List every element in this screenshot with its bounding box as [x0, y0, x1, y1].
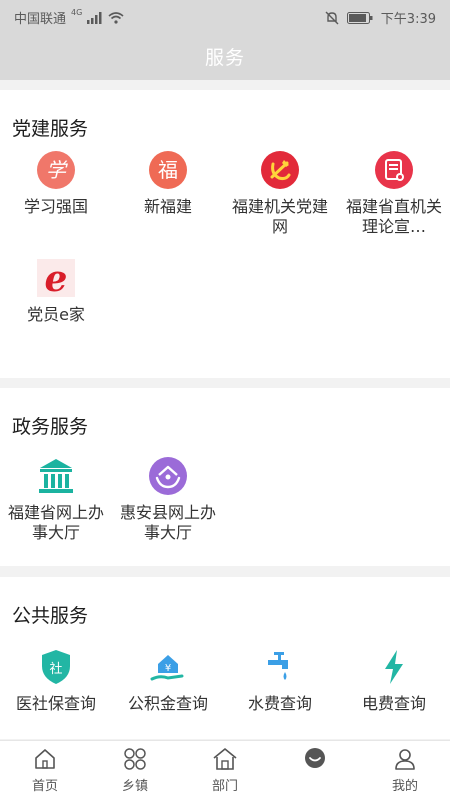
service-item-fujian-banshi[interactable]: 福建省网上办事大厅	[0, 456, 112, 543]
service-item-label: 学习强国	[23, 197, 88, 216]
svg-text:福: 福	[158, 158, 178, 182]
service-item-zhiji-lilun[interactable]: 福建省直机关理论宣…	[338, 150, 450, 237]
carrier-label: 中国联通	[14, 12, 67, 27]
status-bar: 中国联通 4G 下午3:39	[0, 0, 450, 32]
service-item-shuifei[interactable]: 水费查询	[224, 647, 336, 714]
xuexi-logo-icon: 学	[37, 151, 75, 189]
page-title: 服务	[204, 46, 245, 69]
faucet-icon	[268, 652, 288, 680]
tab-label: 乡镇	[121, 779, 148, 794]
tab-label: 首页	[31, 779, 58, 794]
section-title: 政务服务	[12, 416, 89, 438]
house-outline-icon	[213, 748, 237, 770]
party-emblem-icon	[261, 151, 299, 189]
svg-text:¥: ¥	[165, 663, 171, 674]
service-item-label: 公积金查询	[127, 694, 208, 713]
network-label: 4G	[71, 8, 83, 17]
government-services-section: 政务服务 福建省网上办事大厅 惠安县网上办事大厅	[0, 388, 450, 566]
bottom-tab-bar: 首页 乡镇 部门 我的	[0, 740, 450, 801]
service-item-gongjijin[interactable]: ¥ 公积金查询	[112, 647, 224, 714]
lightning-icon	[385, 650, 403, 684]
service-item-label: 新福建	[143, 197, 192, 216]
tab-departments[interactable]: 部门	[180, 741, 270, 801]
battery-icon	[346, 11, 373, 24]
service-item-dangyuan-ejia[interactable]: e 党员e家	[0, 258, 112, 325]
fu-character-icon: 福	[149, 151, 187, 189]
chat-bubble-icon	[305, 748, 325, 768]
service-item-dianfei[interactable]: 电费查询	[338, 647, 450, 714]
tab-label: 我的	[391, 779, 418, 794]
home-icon	[35, 749, 55, 769]
svg-text:e: e	[45, 258, 68, 298]
service-item-yishebao[interactable]: 社 医社保查询	[0, 647, 112, 714]
tab-mine[interactable]: 我的	[360, 741, 450, 801]
tab-home[interactable]: 首页	[0, 741, 90, 801]
svg-text:社: 社	[49, 661, 62, 677]
section-title: 党建服务	[12, 118, 89, 140]
service-item-label: 惠安县网上办事大厅	[120, 503, 217, 542]
svg-text:学: 学	[46, 158, 68, 182]
house-hand-yuan-icon: ¥	[150, 655, 184, 681]
document-icon	[375, 151, 413, 189]
house-hands-icon	[149, 457, 187, 495]
party-services-section: 党建服务 学 学习强国 福 新福建 福建机关党建网 福建省直机关理论宣… e 党…	[0, 90, 450, 378]
service-item-xinfujian[interactable]: 福 新福建	[112, 150, 224, 217]
public-services-section: 公共服务 社 医社保查询 ¥ 公积金查询 水费查询 电费查询	[0, 577, 450, 739]
grid-circles-icon	[124, 748, 146, 770]
service-item-label: 医社保查询	[15, 694, 96, 713]
wifi-icon	[108, 11, 124, 24]
shield-she-icon: 社	[42, 650, 70, 684]
service-item-jiguan-dangjian[interactable]: 福建机关党建网	[224, 150, 336, 237]
section-title: 公共服务	[12, 605, 89, 627]
service-item-label: 水费查询	[247, 694, 312, 713]
user-icon	[395, 749, 415, 770]
page-header: 服务	[0, 32, 450, 80]
e-logo-icon: e	[37, 258, 75, 298]
service-item-huian-banshi[interactable]: 惠安县网上办事大厅	[112, 456, 224, 543]
service-item-label: 福建省直机关理论宣…	[346, 197, 443, 236]
tab-label: 部门	[211, 779, 238, 794]
mute-icon	[325, 11, 339, 24]
service-item-label: 福建机关党建网	[232, 197, 329, 236]
government-building-icon	[39, 459, 73, 493]
service-item-label: 福建省网上办事大厅	[8, 503, 105, 542]
tab-towns[interactable]: 乡镇	[90, 741, 180, 801]
service-item-label: 电费查询	[361, 694, 426, 713]
service-item-label: 党员e家	[27, 305, 85, 324]
clock-label: 下午3:39	[380, 12, 436, 27]
service-item-xuexi[interactable]: 学 学习强国	[0, 150, 112, 217]
tab-chat[interactable]	[270, 741, 360, 801]
signal-icon	[87, 11, 102, 24]
